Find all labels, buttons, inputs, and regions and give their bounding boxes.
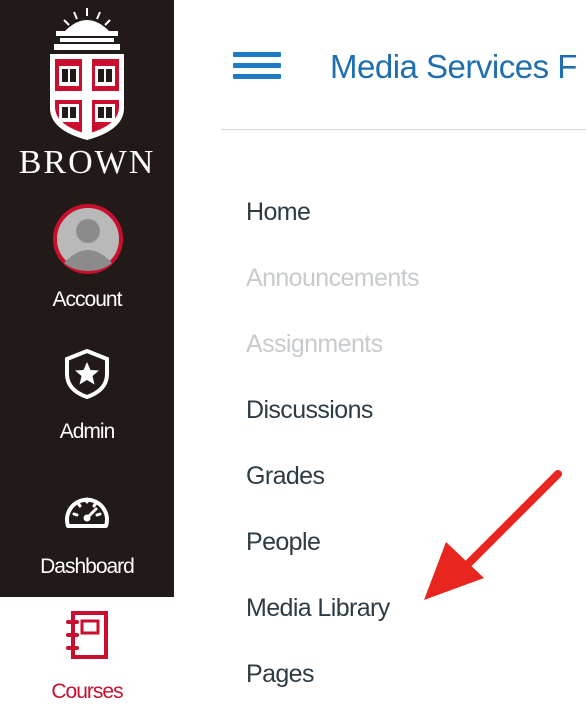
user-avatar-icon: [53, 204, 123, 274]
course-title-link[interactable]: Media Services F: [330, 48, 577, 86]
hamburger-icon[interactable]: [233, 52, 281, 82]
course-nav-media-library[interactable]: Media Library: [246, 590, 390, 626]
brand-logo-link[interactable]: BROWN: [0, 0, 174, 200]
course-nav-grades[interactable]: Grades: [246, 458, 325, 494]
global-nav-account-label: Account: [52, 288, 123, 311]
course-nav-announcements[interactable]: Announcements: [246, 260, 419, 296]
course-nav-home[interactable]: Home: [246, 194, 311, 230]
canvas-page: BROWN Account Admin Dashboard Courses Me…: [0, 0, 586, 704]
global-nav-dashboard[interactable]: Dashboard: [0, 488, 174, 588]
global-nav-dashboard-label: Dashboard: [40, 555, 135, 578]
course-nav-people[interactable]: People: [246, 524, 321, 560]
course-nav-discussions[interactable]: Discussions: [246, 392, 373, 428]
course-nav-pages[interactable]: Pages: [246, 656, 314, 692]
course-nav-assignments[interactable]: Assignments: [246, 326, 383, 362]
global-nav-account[interactable]: Account: [0, 203, 174, 319]
red-arrow-icon: [424, 470, 562, 600]
brand-wordmark: BROWN: [18, 144, 156, 181]
global-nav-courses-label: Courses: [51, 680, 123, 703]
global-nav-admin-label: Admin: [59, 420, 116, 443]
brown-shield-icon: [50, 8, 124, 140]
notebook-icon: [66, 611, 108, 659]
shield-star-icon: [65, 348, 109, 400]
global-nav-courses[interactable]: Courses: [0, 610, 174, 704]
speedometer-icon: [65, 497, 109, 528]
header-divider: [221, 129, 586, 130]
global-nav: BROWN Account Admin Dashboard: [0, 0, 174, 597]
global-nav-admin[interactable]: Admin: [0, 348, 174, 448]
